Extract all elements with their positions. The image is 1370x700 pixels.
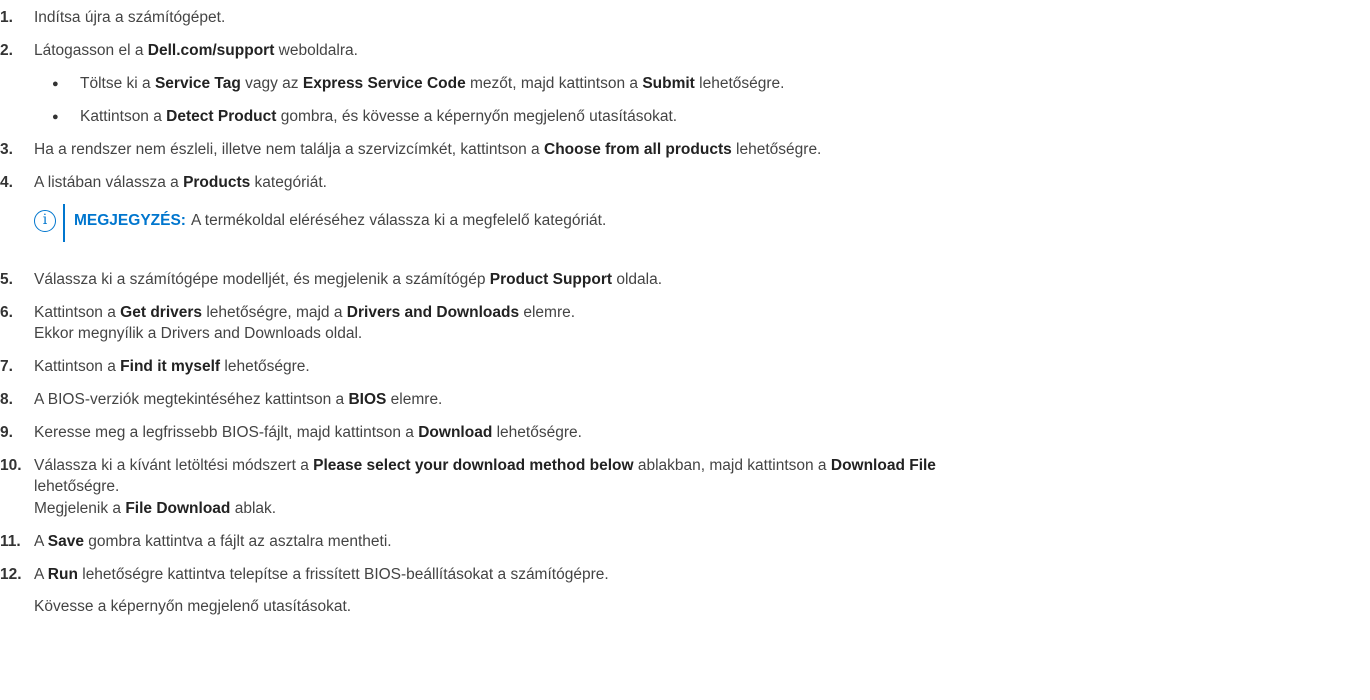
step-number: 9.: [0, 424, 13, 441]
step-number: 7.: [0, 358, 13, 375]
document-page: 1. Indítsa újra a számítógépet. 2. Látog…: [0, 0, 1370, 700]
step-number: 11.: [0, 533, 21, 550]
step-number: 8.: [0, 391, 13, 408]
step-number: 4.: [0, 174, 13, 191]
step-text: lehetőségre.: [34, 478, 120, 495]
step-text: A BIOS-verziók megtekintéséhez kattintso…: [34, 391, 443, 408]
step-text: Válassza ki a számítógépe modelljét, és …: [34, 271, 663, 288]
note-box: i MEGJEGYZÉS: A termékoldal eléréséhez v…: [0, 204, 1370, 242]
bullet-icon: ●: [52, 111, 59, 123]
step-text: Kattintson a Get drivers lehetőségre, ma…: [34, 304, 576, 321]
step-text: Keresse meg a legfrissebb BIOS-fájlt, ma…: [34, 424, 582, 441]
step-text: Indítsa újra a számítógépet.: [34, 9, 226, 26]
step-number: 3.: [0, 141, 13, 158]
info-icon: i: [34, 210, 56, 232]
step-number: 1.: [0, 9, 13, 26]
bullet-text: Töltse ki a Service Tag vagy az Express …: [80, 75, 785, 92]
step-text: A listában válassza a Products kategóriá…: [34, 174, 327, 191]
step-text: Válassza ki a kívánt letöltési módszert …: [34, 457, 936, 474]
step-text: Látogasson el a Dell.com/support webolda…: [34, 42, 358, 59]
note-divider: [63, 204, 65, 242]
step-text: Ha a rendszer nem észleli, illetve nem t…: [34, 141, 822, 158]
step-number: 5.: [0, 271, 13, 288]
bullet-icon: ●: [52, 78, 59, 90]
note-label: MEGJEGYZÉS:: [74, 212, 186, 229]
step-text: Kövesse a képernyőn megjelenő utasítások…: [34, 598, 352, 615]
step-number: 2.: [0, 42, 13, 59]
step-number: 12.: [0, 566, 22, 583]
step-text: A Save gombra kattintva a fájlt az aszta…: [34, 533, 392, 550]
step-number: 6.: [0, 304, 13, 321]
support-link[interactable]: Dell.com/support: [148, 42, 275, 59]
step-text: Kattintson a Find it myself lehetőségre.: [34, 358, 310, 375]
step-text: Ekkor megnyílik a Drivers and Downloads …: [34, 325, 363, 342]
bullet-text: Kattintson a Detect Product gombra, és k…: [80, 108, 678, 125]
step-text: Megjelenik a File Download ablak.: [34, 500, 277, 517]
step-text: A Run lehetőségre kattintva telepítse a …: [34, 566, 609, 583]
note-text: A termékoldal eléréséhez válassza ki a m…: [191, 212, 607, 229]
step-number: 10.: [0, 457, 22, 474]
